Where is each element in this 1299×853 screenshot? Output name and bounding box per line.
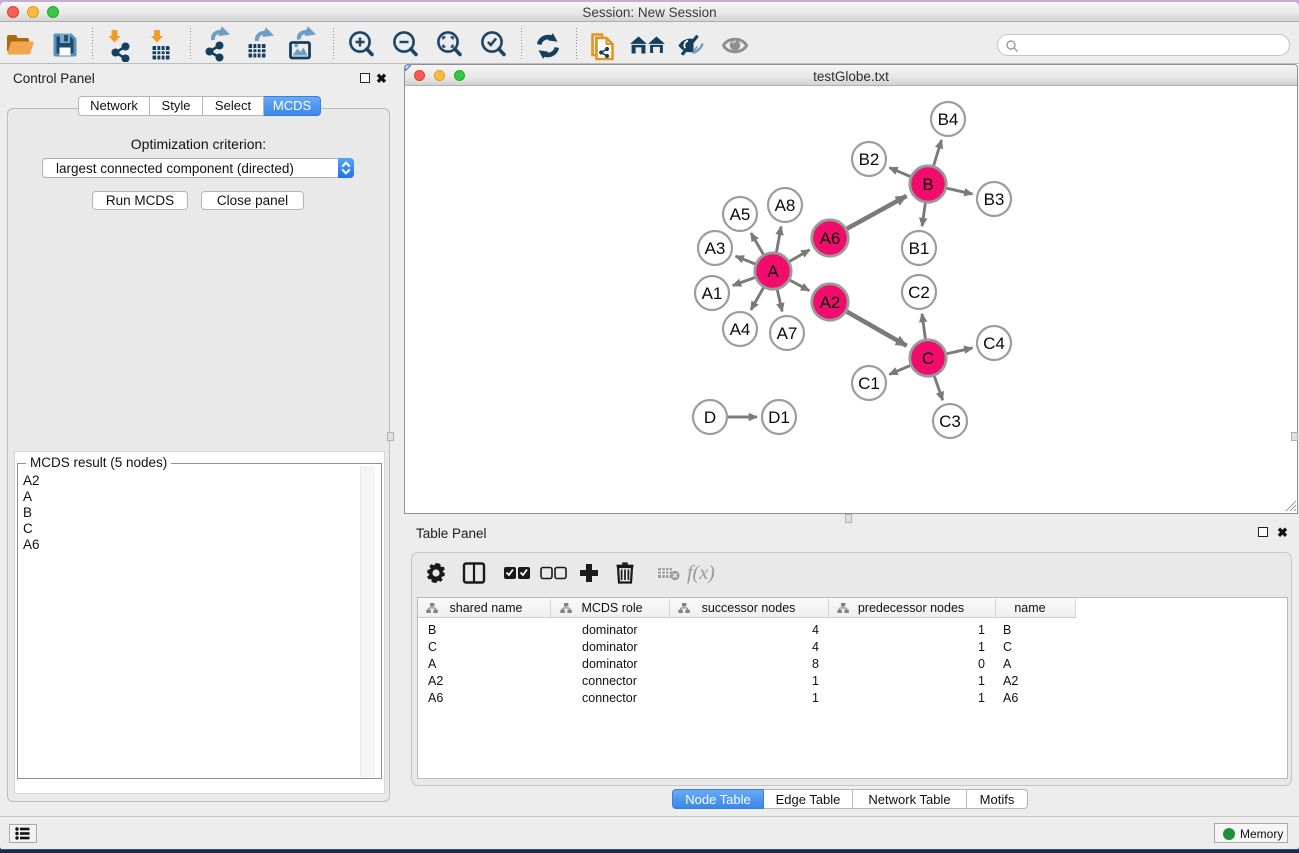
svg-text:A: A	[767, 262, 779, 281]
svg-text:C4: C4	[983, 334, 1005, 353]
svg-text:C1: C1	[858, 374, 880, 393]
svg-text:C3: C3	[939, 412, 961, 431]
svg-text:A6: A6	[820, 229, 841, 248]
svg-text:B3: B3	[984, 190, 1005, 209]
svg-text:B4: B4	[938, 110, 959, 129]
svg-text:B: B	[922, 175, 933, 194]
svg-text:A8: A8	[775, 196, 796, 215]
svg-text:C: C	[922, 349, 934, 368]
svg-text:D: D	[704, 408, 716, 427]
svg-text:A3: A3	[705, 239, 726, 258]
svg-text:B2: B2	[859, 150, 880, 169]
svg-text:A1: A1	[702, 284, 723, 303]
svg-text:A5: A5	[730, 205, 751, 224]
svg-text:D1: D1	[768, 408, 790, 427]
svg-text:A2: A2	[820, 293, 841, 312]
svg-text:A7: A7	[777, 324, 798, 343]
svg-text:A4: A4	[730, 320, 751, 339]
svg-text:f(x): f(x)	[687, 562, 715, 584]
svg-text:C2: C2	[908, 283, 930, 302]
svg-text:B1: B1	[909, 239, 930, 258]
